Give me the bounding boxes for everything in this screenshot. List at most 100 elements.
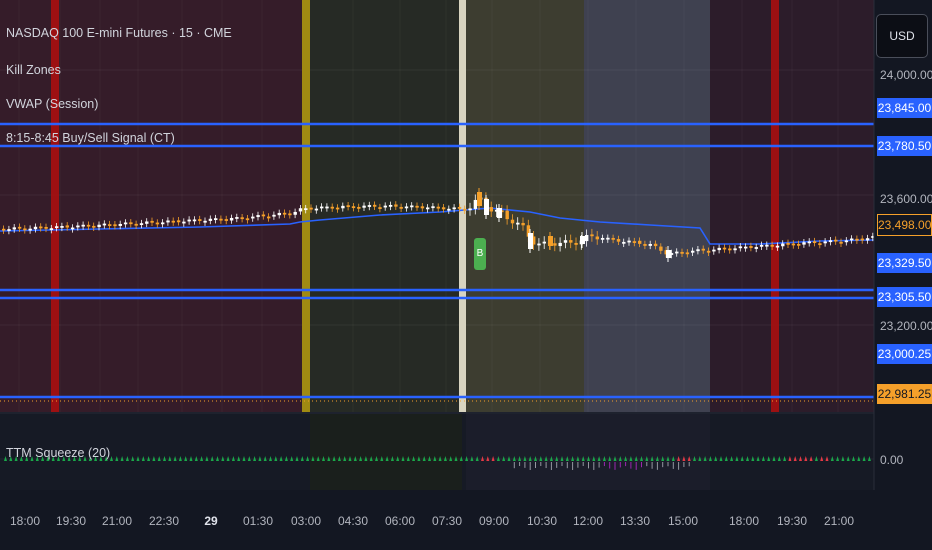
ttm-squeeze-title[interactable]: TTM Squeeze (20)	[6, 446, 110, 460]
level-price-label: 23,000.25	[877, 344, 932, 364]
candle	[208, 218, 213, 221]
indicator-buy-sell-signal[interactable]: 8:15-8:45 Buy/Sell Signal (CT)	[6, 131, 175, 145]
candle	[616, 239, 621, 242]
candle	[521, 222, 525, 226]
candle	[569, 240, 573, 243]
candle	[325, 206, 329, 209]
price-axis-bg	[874, 0, 932, 550]
candle	[229, 217, 234, 221]
candle	[298, 208, 303, 212]
candle	[139, 223, 144, 226]
candle	[161, 222, 165, 225]
candle	[314, 208, 319, 211]
candle	[738, 246, 743, 249]
candle	[272, 214, 276, 217]
candle	[510, 219, 515, 224]
candle	[436, 206, 440, 209]
candle	[288, 213, 292, 216]
candle	[240, 217, 244, 220]
chart-canvas[interactable]	[0, 0, 932, 550]
candle	[528, 233, 533, 249]
candle	[129, 222, 133, 225]
killzone-bar	[771, 0, 779, 412]
candle	[489, 207, 493, 212]
candle	[198, 219, 202, 222]
session-zone-ny-pm	[584, 0, 710, 412]
candle	[680, 251, 684, 254]
candle	[563, 240, 568, 243]
candle	[786, 242, 790, 245]
candle	[256, 215, 260, 218]
time-axis-label: 15:00	[667, 514, 699, 528]
candle	[176, 220, 181, 223]
time-axis-label: 19:30	[55, 514, 87, 528]
candle	[865, 238, 870, 241]
squeeze-zero-value: 0.00	[880, 453, 904, 467]
currency-button[interactable]: USD	[876, 14, 928, 58]
candle	[65, 225, 69, 228]
time-axis-label: 04:30	[337, 514, 369, 528]
time-axis-label: 21:00	[823, 514, 855, 528]
candle	[388, 204, 393, 207]
candle	[659, 246, 663, 251]
candle	[860, 238, 864, 241]
candle	[497, 208, 502, 218]
candle	[383, 205, 387, 208]
candle	[17, 226, 22, 229]
candle	[367, 205, 372, 207]
candle	[251, 216, 255, 219]
candle	[850, 238, 854, 241]
candle	[320, 206, 324, 209]
candle	[81, 224, 85, 227]
candle	[330, 206, 334, 209]
indicator-kill-zones[interactable]: Kill Zones	[6, 63, 61, 77]
candle	[463, 208, 467, 211]
candle	[632, 241, 637, 243]
candle	[580, 236, 585, 244]
candle	[92, 225, 96, 228]
candle	[828, 240, 833, 243]
candle	[70, 227, 75, 230]
current-price-label: 23,498.00	[877, 214, 932, 236]
candle	[373, 204, 377, 207]
candle	[574, 242, 578, 245]
candle	[701, 248, 705, 251]
time-axis-label: 13:30	[619, 514, 651, 528]
candle	[627, 240, 631, 243]
buy-signal-marker[interactable]: B	[474, 238, 486, 270]
candle	[145, 221, 149, 224]
indicator-vwap[interactable]: VWAP (Session)	[6, 97, 98, 111]
candle	[166, 220, 170, 223]
candle	[309, 207, 313, 210]
candle	[341, 205, 345, 209]
candle	[468, 208, 472, 211]
candle	[648, 244, 652, 246]
candle	[696, 249, 700, 252]
time-axis-label: 29	[204, 514, 218, 528]
candle	[600, 237, 605, 240]
candle	[245, 218, 250, 221]
candle	[2, 228, 6, 231]
candle	[60, 225, 64, 228]
candle	[765, 244, 769, 247]
price-tick: 23,200.00	[880, 319, 932, 333]
level-price-label: 23,845.00	[877, 98, 932, 118]
candle	[399, 206, 403, 209]
level-price-label: 23,780.50	[877, 136, 932, 156]
time-axis-label: 01:30	[242, 514, 274, 528]
candle	[134, 223, 138, 226]
symbol-title[interactable]: NASDAQ 100 E-mini Futures · 15 · CME	[6, 26, 232, 40]
candle	[219, 218, 223, 221]
candle	[150, 220, 154, 223]
candle	[76, 225, 80, 228]
candle	[775, 245, 780, 248]
squeeze-panel-zone	[310, 414, 462, 490]
candle	[802, 242, 806, 245]
candle	[394, 204, 398, 207]
candle	[261, 214, 266, 217]
candle	[404, 206, 409, 209]
candle	[722, 247, 727, 250]
candle	[744, 246, 748, 249]
candle	[362, 205, 366, 208]
candle	[643, 244, 647, 246]
